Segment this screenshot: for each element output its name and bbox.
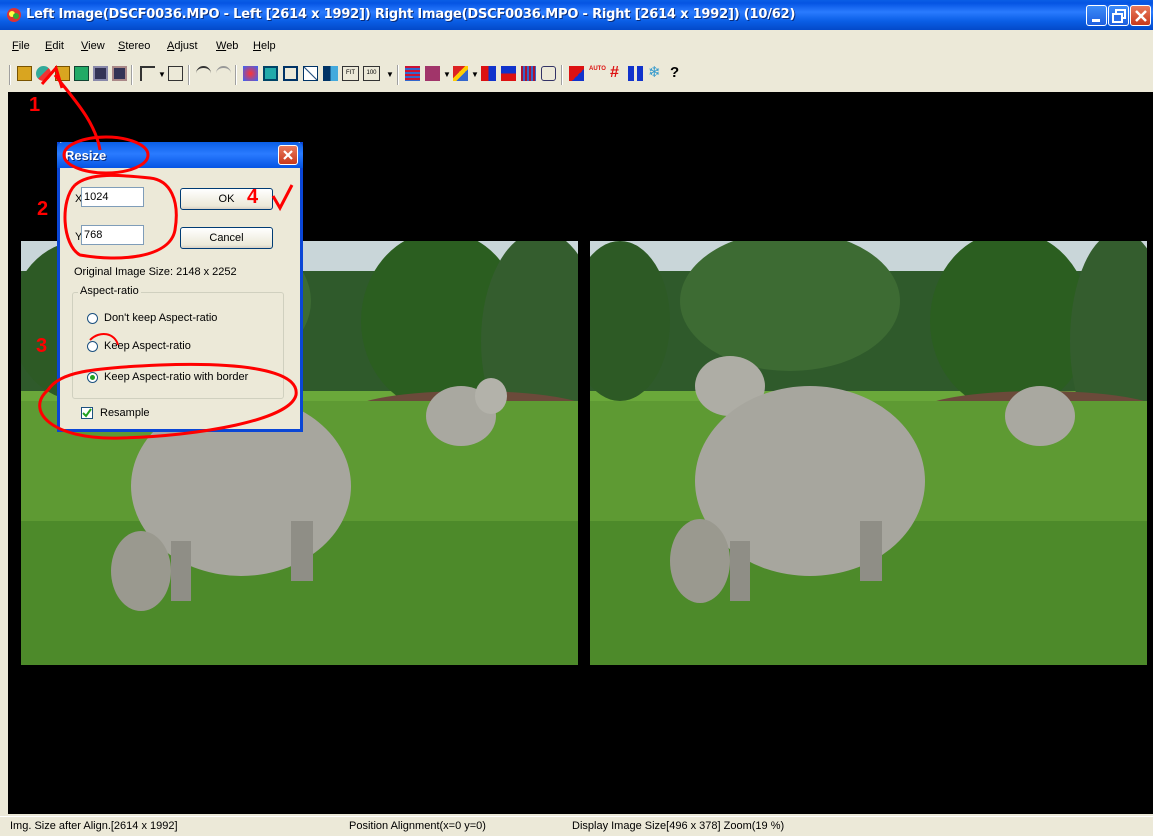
arrow-to-option [89,333,119,346]
status-position-alignment: Position Alignment(x=0 y=0) [349,820,486,832]
circle-aspect-option [38,362,298,440]
annotation-1: 1 [29,94,41,116]
checkmark-annotation-icon [271,184,294,212]
status-display-size: Display Image Size[496 x 378] Zoom(19 %) [572,820,785,832]
circle-xy-fields [63,173,178,260]
status-bar: Img. Size after Align.[2614 x 1992] Posi… [0,816,1153,836]
arrow-head-icon [40,64,64,89]
annotation-4: 4 [247,186,259,208]
circle-resize-title [62,135,150,175]
annotation-2: 2 [37,198,49,220]
status-size-after-align: Img. Size after Align.[2614 x 1992] [10,820,178,832]
annotation-3: 3 [36,335,48,357]
annotation-overlay [38,64,298,440]
